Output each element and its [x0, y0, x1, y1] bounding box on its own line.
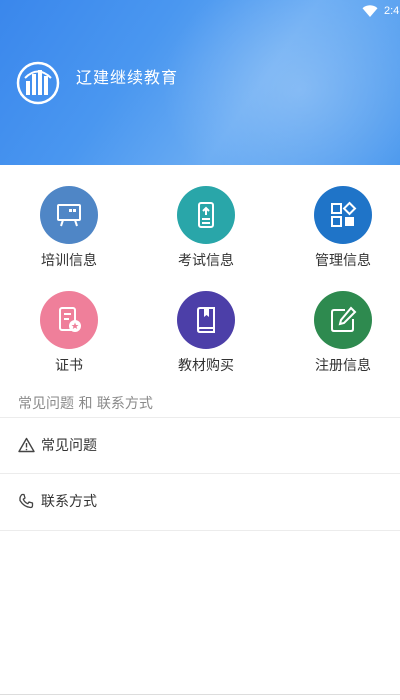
status-bar: 2:4: [362, 2, 400, 20]
menu-item-textbook-purchase[interactable]: 教材购买: [151, 291, 261, 375]
bottom-divider: [0, 694, 400, 695]
divider: [0, 530, 400, 531]
list-item-faq[interactable]: 常见问题: [0, 417, 400, 473]
menu-label: 考试信息: [178, 253, 234, 269]
menu-label: 教材购买: [178, 358, 234, 374]
certificate-icon: [40, 291, 98, 349]
header-banner: 2:4 辽建继续教育: [0, 0, 400, 165]
management-grid-icon: [314, 186, 372, 244]
wifi-icon: [362, 5, 378, 17]
menu-label: 培训信息: [41, 253, 97, 269]
menu-label: 注册信息: [315, 358, 371, 374]
register-edit-icon: [314, 291, 372, 349]
list-item-label: 常见问题: [41, 438, 97, 454]
phone-icon: [17, 492, 35, 510]
menu-item-registration-info[interactable]: 注册信息: [288, 291, 398, 375]
menu-item-exam-info[interactable]: 考试信息: [151, 186, 261, 270]
warning-triangle-icon: [17, 436, 35, 454]
textbook-icon: [177, 291, 235, 349]
menu-label: 证书: [55, 358, 83, 374]
app-home-page: 2:4 辽建继续教育 培训信息 考试信息 管理信息 证书 教材购买 注册信息 常…: [0, 0, 400, 700]
menu-label: 管理信息: [315, 253, 371, 269]
menu-item-certificate[interactable]: 证书: [14, 291, 124, 375]
building-logo-icon: [16, 61, 60, 105]
list-item-label: 联系方式: [41, 494, 97, 510]
exam-document-icon: [177, 186, 235, 244]
list-item-contact[interactable]: 联系方式: [0, 473, 400, 529]
menu-item-management-info[interactable]: 管理信息: [288, 186, 398, 270]
presentation-board-icon: [40, 186, 98, 244]
status-time: 2:4: [384, 5, 400, 17]
app-title: 辽建继续教育: [76, 68, 179, 87]
menu-item-training-info[interactable]: 培训信息: [14, 186, 124, 270]
section-title: 常见问题 和 联系方式: [18, 396, 153, 412]
